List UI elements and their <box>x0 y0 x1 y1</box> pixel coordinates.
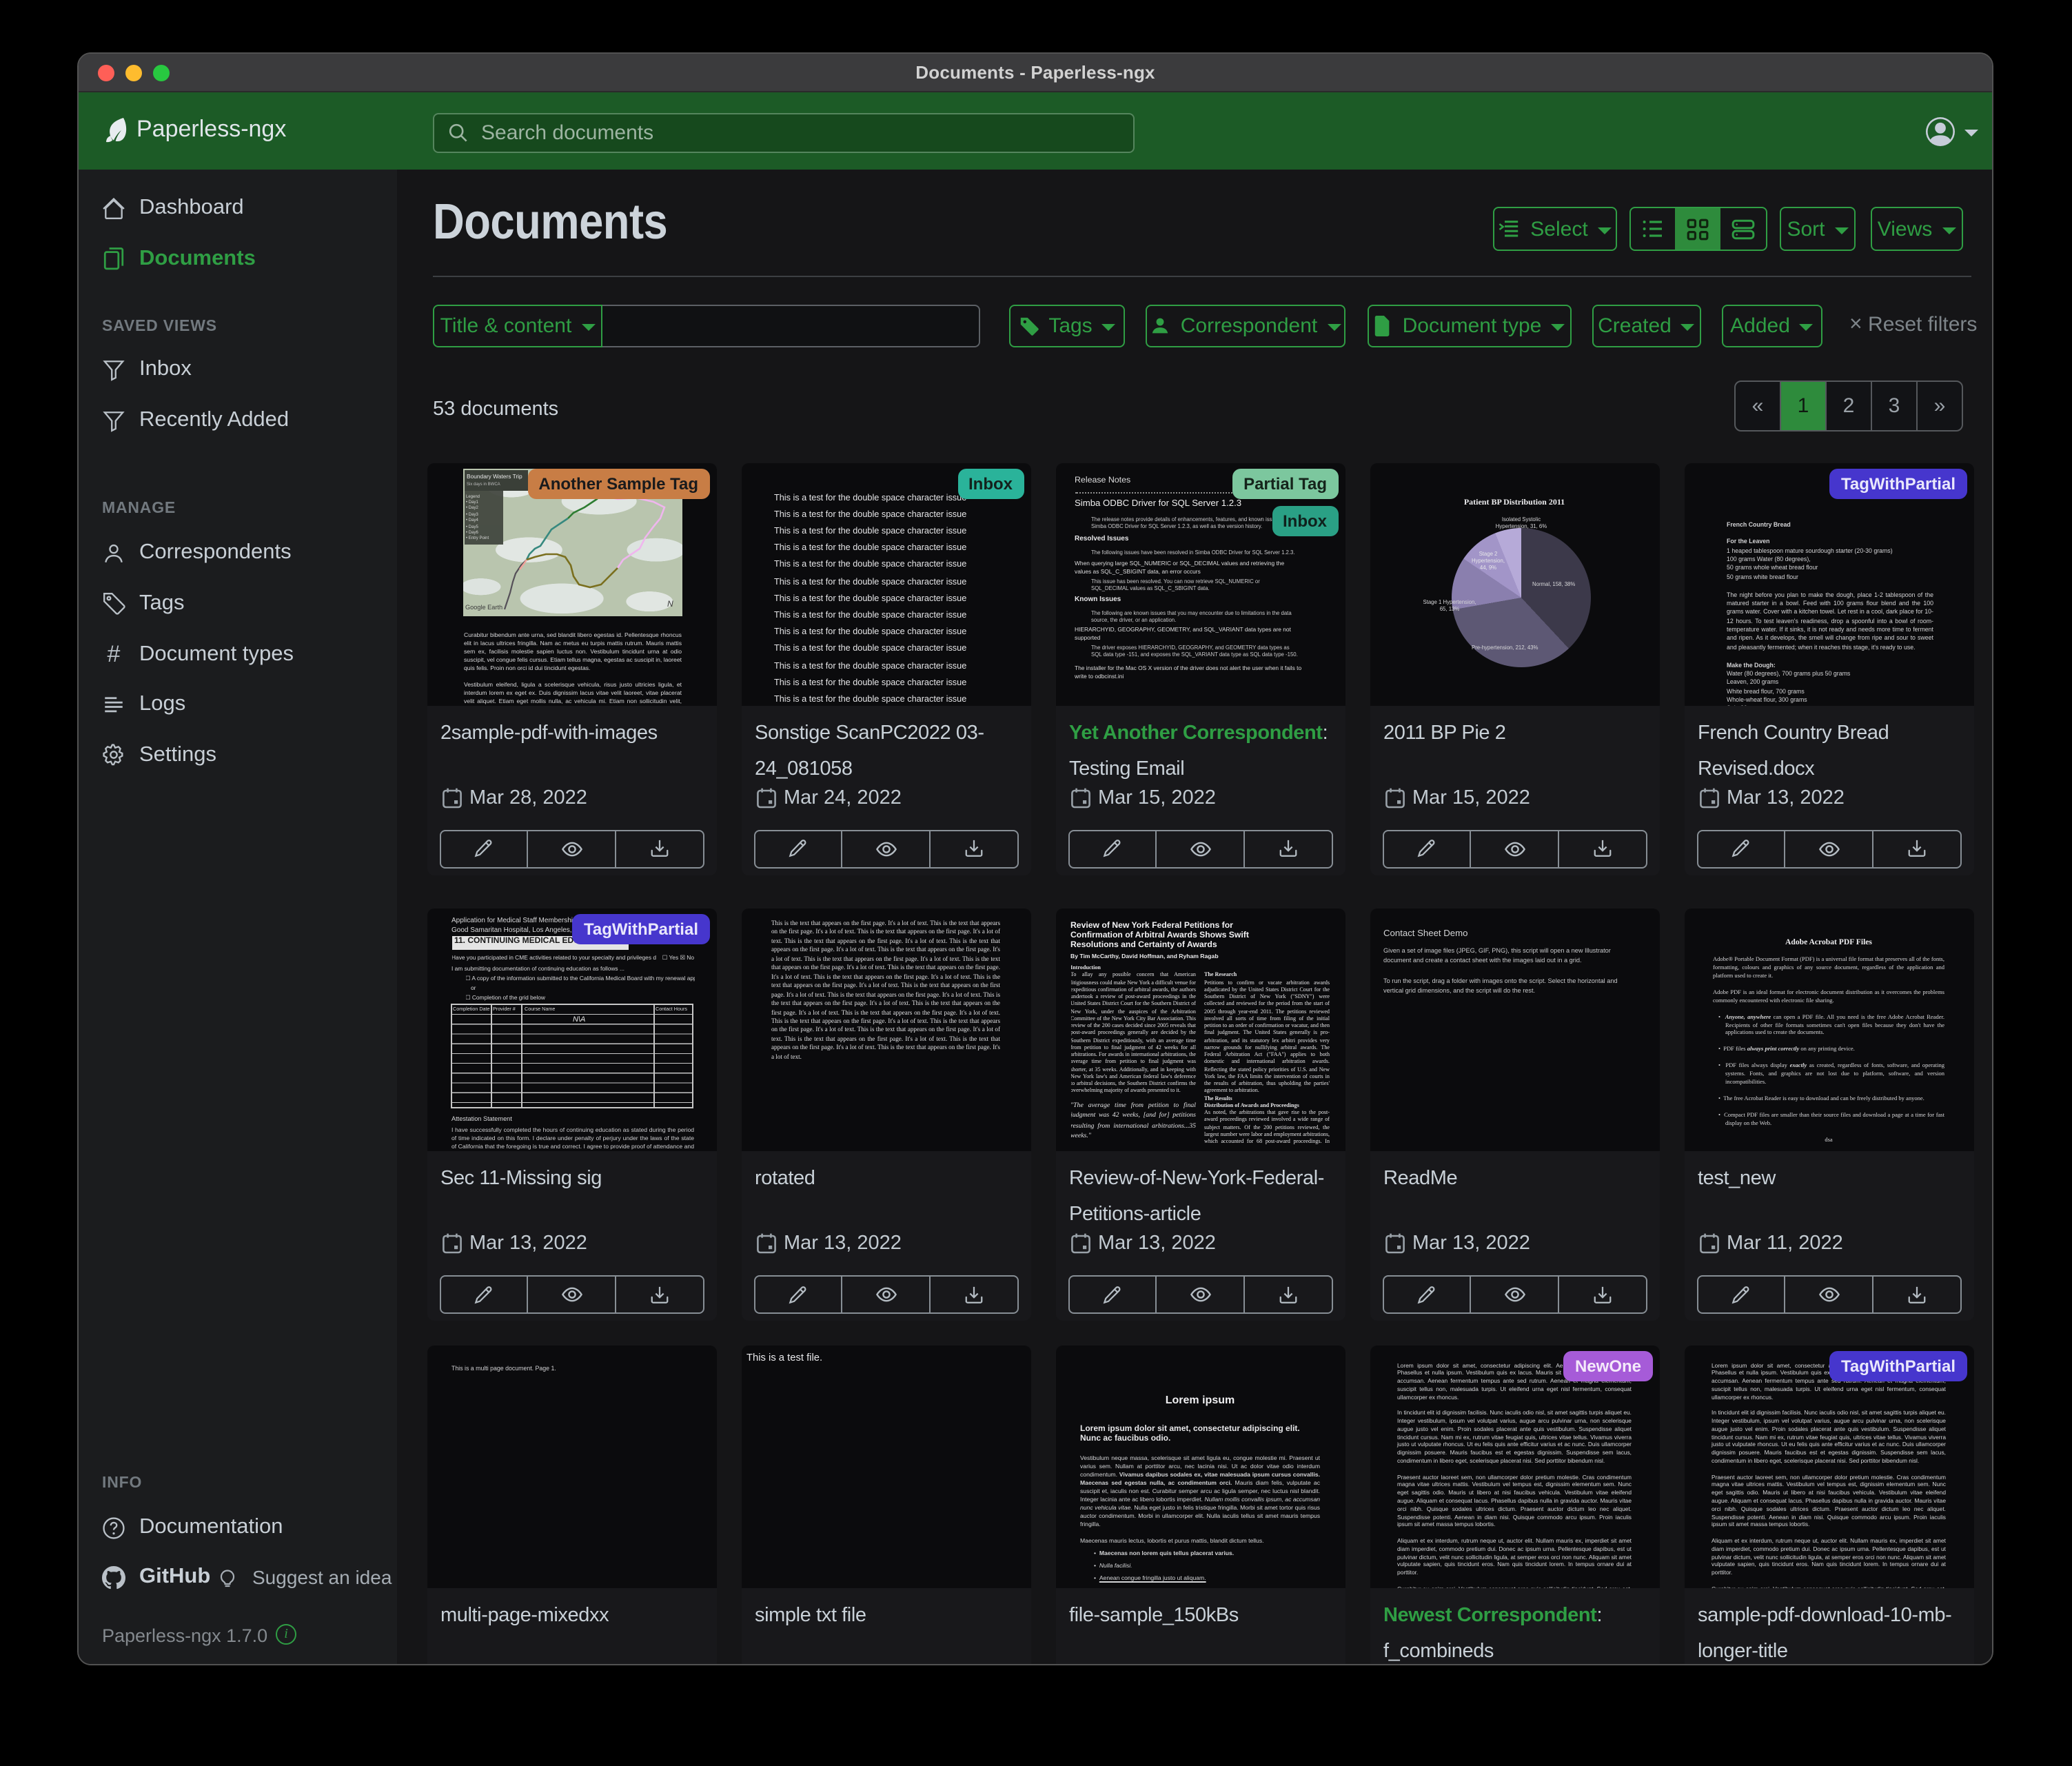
svg-text:N: N <box>667 599 673 609</box>
